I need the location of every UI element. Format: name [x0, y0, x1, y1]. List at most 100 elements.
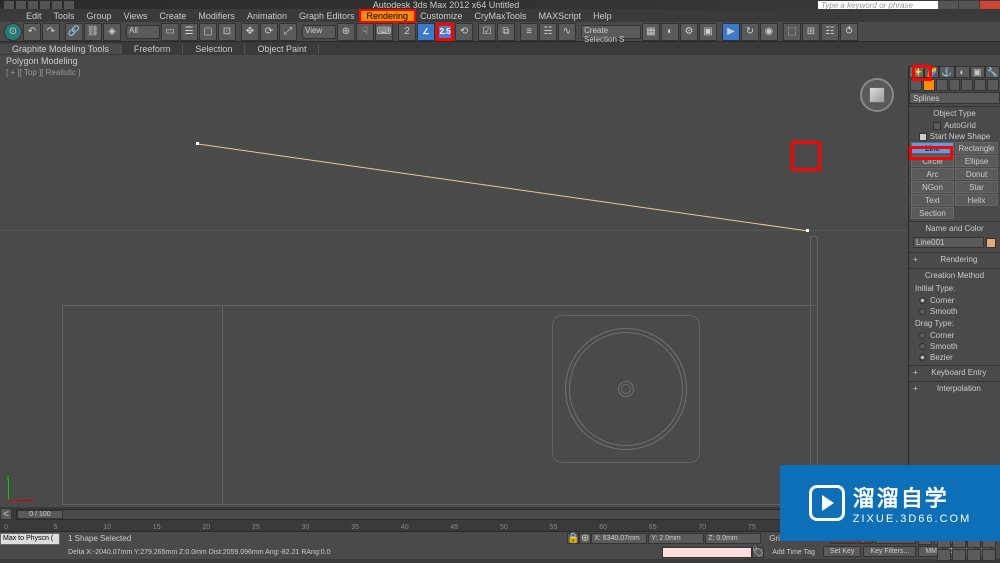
display-tab-icon[interactable]: ▣ — [970, 66, 985, 78]
ribbon-tab-freeform[interactable]: Freeform — [122, 44, 184, 54]
viewport[interactable]: [ + ][ Top ][ Realistic ] y x — [0, 66, 908, 507]
hierarchy-tab-icon[interactable]: ⚓ — [939, 66, 954, 78]
geometry-cat-icon[interactable] — [910, 79, 922, 91]
cameras-cat-icon[interactable] — [949, 79, 961, 91]
coord-z-input[interactable]: Z: 0.0mm — [705, 533, 761, 544]
shapes-cat-icon[interactable] — [923, 79, 935, 91]
rectangle-button[interactable]: Rectangle — [955, 142, 998, 154]
viewcube-ring[interactable] — [860, 78, 894, 112]
lights-cat-icon[interactable] — [936, 79, 948, 91]
helix-button[interactable]: Helix — [955, 194, 998, 206]
drag-bezier-radio[interactable] — [919, 354, 926, 361]
spacewarps-cat-icon[interactable] — [974, 79, 986, 91]
timeslider-prev-icon[interactable]: < — [0, 508, 12, 520]
ribbon-tab-selection[interactable]: Selection — [183, 44, 245, 54]
shapes-dropdown[interactable]: Splines — [909, 92, 1000, 104]
layers-icon[interactable]: ☵ — [539, 23, 557, 41]
drag-corner-radio[interactable] — [919, 332, 926, 339]
menu-create[interactable]: Create — [153, 11, 192, 21]
ellipse-button[interactable]: Ellipse — [955, 155, 998, 167]
window-crossing-icon[interactable]: ⊡ — [218, 23, 236, 41]
keyboard-shortcut-icon[interactable]: ⌨ — [375, 23, 393, 41]
line-vertex-1[interactable] — [196, 142, 199, 145]
select-region-icon[interactable]: ▢ — [199, 23, 217, 41]
extra-icon-1[interactable]: ⬚ — [783, 23, 801, 41]
interpolation-rollout[interactable]: Interpolation — [909, 382, 1000, 395]
move-icon[interactable]: ✥ — [241, 23, 259, 41]
align-icon[interactable]: ≡ — [520, 23, 538, 41]
time-slider-handle[interactable]: 0 / 100 — [17, 510, 63, 519]
material-editor-icon[interactable]: ◐ — [661, 23, 679, 41]
menu-maxscript[interactable]: MAXScript — [533, 11, 588, 21]
rendering-rollout[interactable]: Rendering — [909, 253, 1000, 266]
curve-editor-icon[interactable]: ∿ — [558, 23, 576, 41]
star-button[interactable]: Star — [955, 181, 998, 193]
keyboard-entry-rollout[interactable]: Keyboard Entry — [909, 366, 1000, 379]
named-sel-icon[interactable]: ☑ — [478, 23, 496, 41]
selection-filter-combo[interactable]: All — [126, 25, 160, 39]
render-iter-icon[interactable]: ↻ — [741, 23, 759, 41]
menu-group[interactable]: Group — [81, 11, 118, 21]
menu-animation[interactable]: Animation — [241, 11, 293, 21]
mirror-icon[interactable]: ⧉ — [497, 23, 515, 41]
qat-open-icon[interactable] — [28, 1, 38, 9]
section-button[interactable]: Section — [911, 207, 954, 219]
schematic-icon[interactable]: ▦ — [642, 23, 660, 41]
render-active-icon[interactable]: ◉ — [760, 23, 778, 41]
snap-2d-icon[interactable]: 2 — [398, 23, 416, 41]
coord-x-input[interactable]: X: 6340.07mm — [591, 533, 647, 544]
unlink-icon[interactable]: ⛓ — [84, 23, 102, 41]
drag-smooth-radio[interactable] — [919, 343, 926, 350]
render-prod-icon[interactable]: ▶ — [722, 23, 740, 41]
menu-help[interactable]: Help — [587, 11, 618, 21]
donut-button[interactable]: Donut — [955, 168, 998, 180]
named-selection-combo[interactable]: Create Selection S — [581, 25, 641, 39]
viewcube-face[interactable] — [869, 87, 885, 103]
menu-graph-editors[interactable]: Graph Editors — [293, 11, 361, 21]
viewport-label[interactable]: [ + ][ Top ][ Realistic ] — [6, 68, 80, 77]
maxscript-mini-listener[interactable] — [662, 547, 752, 558]
menu-edit[interactable]: Edit — [20, 11, 48, 21]
scale-icon[interactable]: ⤢ — [279, 23, 297, 41]
line-button[interactable]: Line — [911, 142, 954, 154]
maximize-button[interactable] — [959, 1, 979, 9]
arc-button[interactable]: Arc — [911, 168, 954, 180]
ref-coord-combo[interactable]: View — [302, 25, 336, 39]
render-frame-icon[interactable]: ▣ — [699, 23, 717, 41]
menu-customize[interactable]: Customize — [414, 11, 469, 21]
script-listener-mini[interactable]: Max to Physcn ( — [0, 533, 60, 545]
initial-smooth-radio[interactable] — [919, 308, 926, 315]
select-icon[interactable]: ▭ — [161, 23, 179, 41]
undo-icon[interactable]: ↶ — [23, 23, 41, 41]
time-tag-icon[interactable]: 🏷 — [752, 547, 764, 558]
text-button[interactable]: Text — [911, 194, 954, 206]
qat-save-icon[interactable] — [40, 1, 50, 9]
add-time-tag[interactable]: Add Time Tag — [764, 549, 823, 556]
motion-tab-icon[interactable]: ◐ — [955, 66, 970, 78]
minimize-button[interactable] — [938, 1, 958, 9]
absolute-mode-icon[interactable]: ⊕ — [579, 533, 591, 544]
helpers-cat-icon[interactable] — [961, 79, 973, 91]
manipulate-icon[interactable]: ☟ — [356, 23, 374, 41]
circle-button[interactable]: Circle — [911, 155, 954, 167]
menu-rendering[interactable]: Rendering — [359, 9, 417, 23]
qat-undo-icon[interactable] — [52, 1, 62, 9]
extra-icon-4[interactable]: ⥀ — [840, 23, 858, 41]
close-button[interactable] — [980, 1, 1000, 9]
systems-cat-icon[interactable] — [987, 79, 999, 91]
menu-crymaxtools[interactable]: CryMaxTools — [469, 11, 533, 21]
pivot-icon[interactable]: ⊕ — [337, 23, 355, 41]
menu-tools[interactable]: Tools — [48, 11, 81, 21]
utilities-tab-icon[interactable]: 🔧 — [985, 66, 1000, 78]
object-name-input[interactable]: Line001 — [913, 237, 984, 248]
spinner-snap-icon[interactable]: ⟲ — [455, 23, 473, 41]
menu-views[interactable]: Views — [118, 11, 154, 21]
initial-corner-radio[interactable] — [919, 297, 926, 304]
extra-icon-2[interactable]: ⊞ — [802, 23, 820, 41]
extra-icon-3[interactable]: ☷ — [821, 23, 839, 41]
menu-modifiers[interactable]: Modifiers — [192, 11, 241, 21]
select-name-icon[interactable]: ☰ — [180, 23, 198, 41]
modify-tab-icon[interactable]: 🌈 — [924, 66, 939, 78]
redo-icon[interactable]: ↷ — [42, 23, 60, 41]
ribbon-tab-objectpaint[interactable]: Object Paint — [245, 44, 319, 54]
